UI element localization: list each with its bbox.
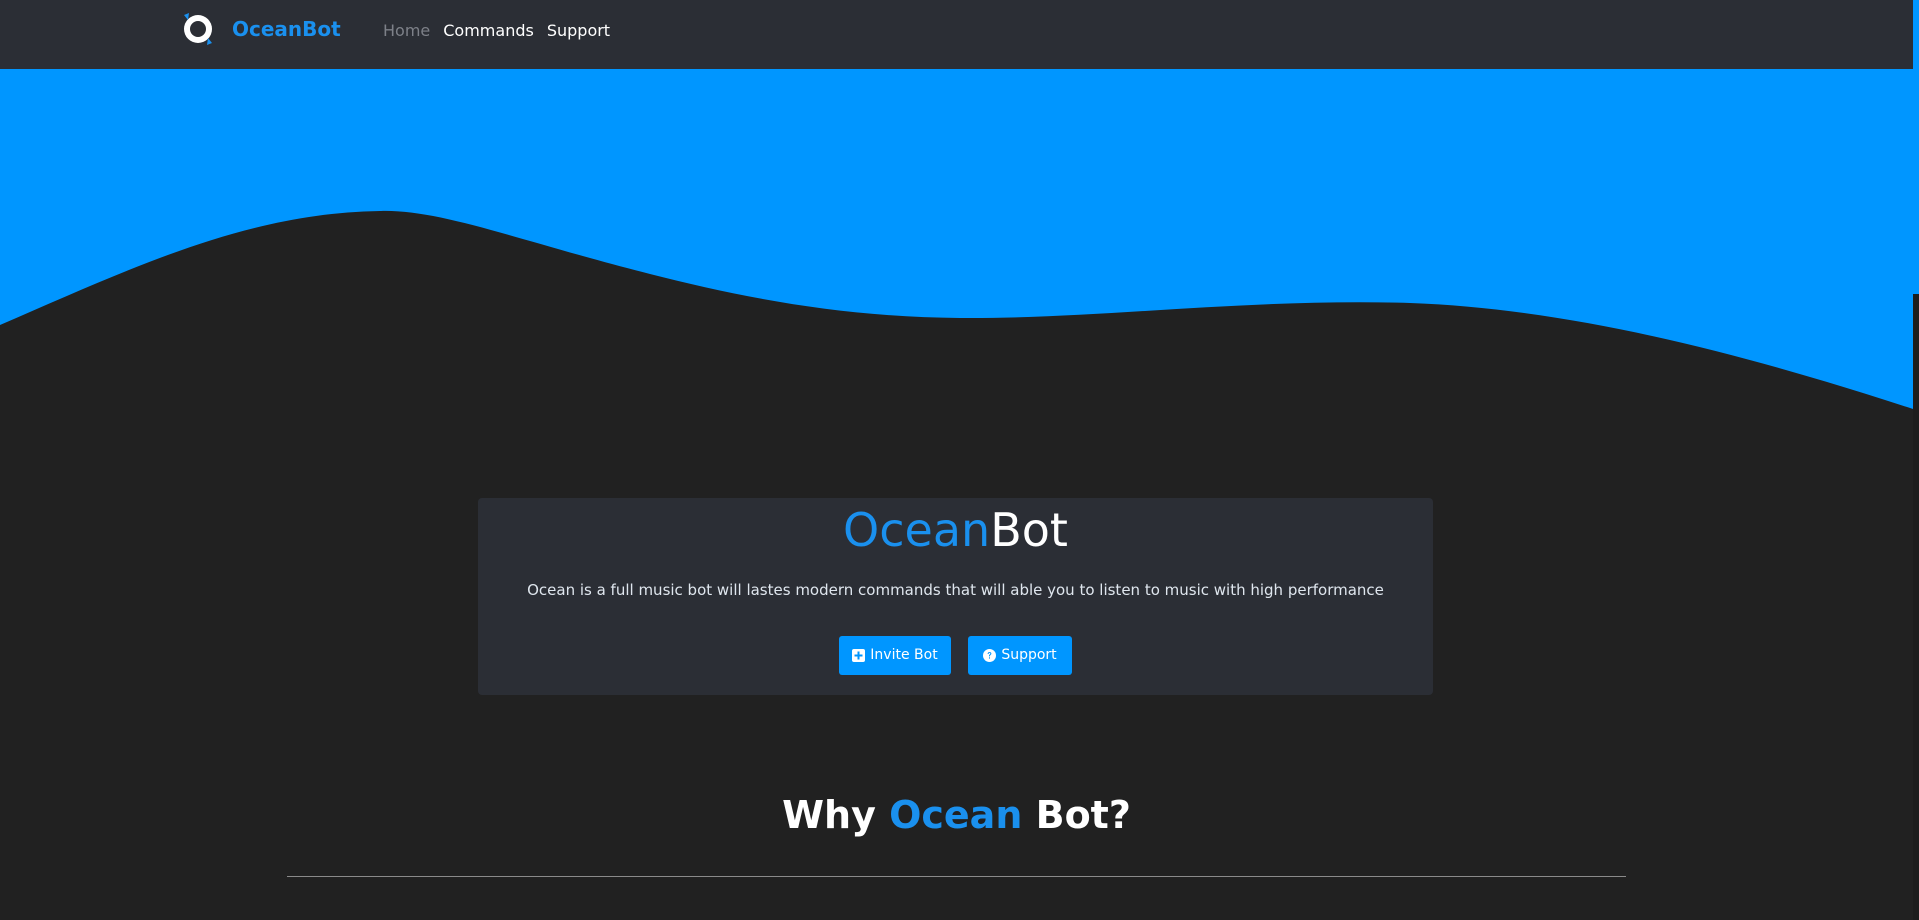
question-circle-icon (983, 649, 997, 662)
nav-links: Home Commands Support (383, 20, 623, 42)
nav-link-support[interactable]: Support (547, 20, 610, 42)
support-label: Support (1001, 647, 1057, 663)
plus-square-icon (852, 649, 866, 662)
support-button[interactable]: Support (968, 636, 1072, 675)
invite-bot-button[interactable]: Invite Bot (839, 636, 951, 675)
section-divider (287, 876, 1626, 877)
card-title: OceanBot (478, 498, 1433, 562)
intro-card: OceanBot Ocean is a full music bot will … (478, 498, 1433, 695)
scrollbar-thumb[interactable] (1913, 0, 1919, 294)
why-title-suffix: Bot? (1022, 793, 1131, 837)
card-title-plain: Bot (990, 503, 1068, 557)
brand-name[interactable]: OceanBot (232, 15, 341, 43)
hero-wave-background (0, 69, 1913, 409)
nav-link-commands[interactable]: Commands (443, 20, 534, 42)
page: OceanBot Home Commands Support OceanBot … (0, 0, 1919, 920)
why-section-title: Why Ocean Bot? (0, 789, 1913, 841)
why-title-accent: Ocean (889, 793, 1023, 837)
card-description: Ocean is a full music bot will lastes mo… (527, 581, 1384, 599)
card-title-accent: Ocean (843, 503, 991, 557)
scrollbar[interactable] (1913, 0, 1919, 920)
nav-link-home[interactable]: Home (383, 20, 430, 42)
invite-bot-label: Invite Bot (870, 647, 938, 663)
oceanbot-logo-icon[interactable] (180, 11, 216, 47)
why-title-prefix: Why (782, 793, 890, 837)
navbar: OceanBot Home Commands Support (0, 0, 1913, 69)
